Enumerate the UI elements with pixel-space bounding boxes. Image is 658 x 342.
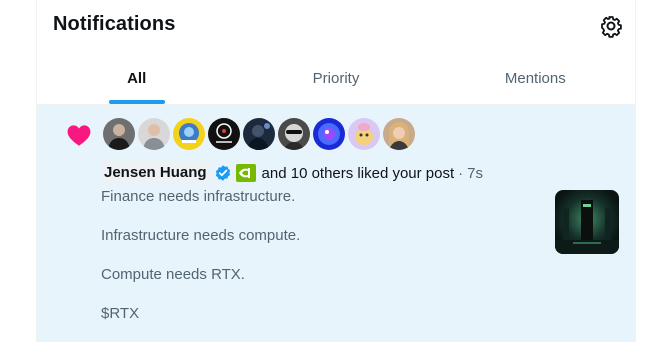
avatar[interactable] [348, 118, 380, 150]
avatar[interactable] [173, 118, 205, 150]
tab-priority-label: Priority [312, 69, 360, 87]
avatar[interactable] [103, 118, 135, 150]
post-preview: Finance needs infrastructure. Infrastruc… [101, 187, 541, 342]
notification-tabs: All Priority Mentions [37, 52, 635, 105]
liker-avatars [103, 118, 415, 150]
active-tab-indicator [108, 100, 165, 104]
tab-mentions-label: Mentions [504, 69, 566, 87]
post-line: Compute needs RTX. [101, 266, 245, 283]
avatar[interactable] [383, 118, 415, 150]
timestamp[interactable]: 7s [467, 165, 483, 182]
avatar[interactable] [278, 118, 310, 150]
tab-mentions[interactable]: Mentions [436, 52, 635, 104]
tab-all-label: All [127, 69, 147, 87]
heart-icon [65, 121, 93, 149]
avatar[interactable] [208, 118, 240, 150]
verified-badge-icon [215, 165, 230, 181]
tab-priority[interactable]: Priority [236, 52, 435, 104]
tab-all[interactable]: All [37, 52, 236, 104]
post-line: $RTX [101, 305, 140, 322]
separator-dot: · [458, 164, 464, 182]
settings-gear-icon[interactable] [599, 14, 623, 38]
right-gutter [636, 0, 658, 342]
post-line: Infrastructure needs compute. [101, 227, 301, 244]
avatar[interactable] [313, 118, 345, 150]
summary-text: and 10 others liked your post [261, 164, 455, 182]
left-gutter [0, 0, 36, 342]
avatar[interactable] [138, 118, 170, 150]
avatar[interactable] [243, 118, 275, 150]
page-title: Notifications [53, 13, 176, 35]
actor-name-link[interactable]: Jensen Huang [101, 162, 210, 184]
post-media-thumbnail[interactable] [555, 190, 619, 254]
page-header: Notifications [37, 0, 635, 52]
like-notification[interactable]: Jensen Huang and 10 others liked your po… [37, 105, 635, 342]
post-line: Finance needs infrastructure. [101, 188, 296, 205]
notification-summary: Jensen Huang and 10 others liked your po… [101, 160, 551, 186]
nvidia-logo-icon[interactable] [235, 164, 256, 182]
